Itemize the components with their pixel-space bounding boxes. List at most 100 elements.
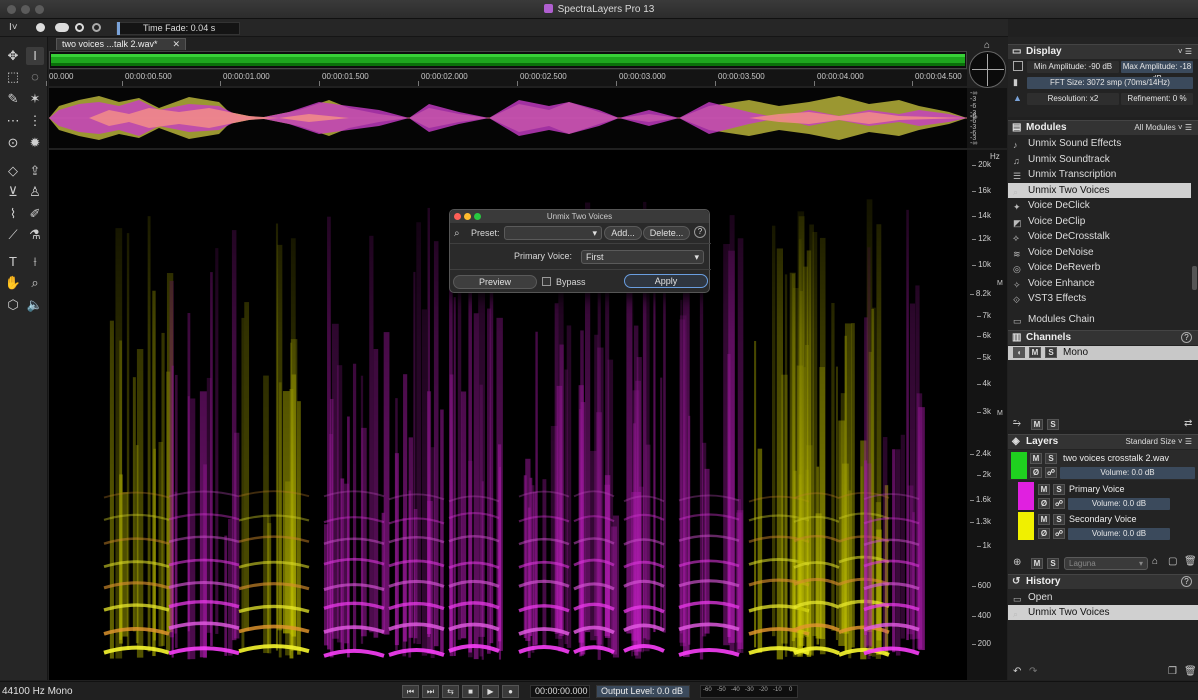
- add-preset-button[interactable]: Add...: [604, 226, 642, 240]
- refinement-field[interactable]: Refinement: 0 %: [1121, 93, 1193, 105]
- preview-button[interactable]: Preview: [453, 275, 537, 289]
- heal-icon[interactable]: ⌇: [4, 205, 22, 223]
- module-item[interactable]: ♫ Unmix Soundtrack: [1008, 152, 1191, 167]
- undo-icon[interactable]: ↶: [1013, 666, 1021, 677]
- eyedropper-icon[interactable]: ⟊: [26, 253, 44, 271]
- layer-link-icon[interactable]: ☍: [1053, 528, 1065, 539]
- channel-swap-icon[interactable]: ⇄: [1184, 418, 1192, 429]
- stamp-up-icon[interactable]: ⇪: [26, 162, 44, 180]
- layer-solo-button[interactable]: S: [1045, 453, 1057, 464]
- channels-solo-button[interactable]: S: [1047, 419, 1059, 430]
- primary-voice-select[interactable]: First: [581, 250, 704, 264]
- layer-mute-button[interactable]: M: [1038, 514, 1050, 525]
- display-header[interactable]: ▭ Display ˅ ☰: [1008, 44, 1198, 59]
- delete-layer-icon[interactable]: 🗑: [1184, 556, 1197, 567]
- file-tab[interactable]: two voices ...talk 2.wav* ✕: [56, 38, 186, 50]
- pencil-icon[interactable]: ✐: [26, 205, 44, 223]
- layers-solo-button[interactable]: S: [1047, 558, 1059, 569]
- max-amplitude-field[interactable]: Max Amplitude: -18 dB: [1121, 61, 1193, 83]
- module-item[interactable]: ⌕ Unmix Two Voices: [1008, 182, 1191, 198]
- sun-select-icon[interactable]: ✹: [26, 134, 44, 152]
- cube-icon[interactable]: ⬡: [4, 296, 22, 314]
- eraser-icon[interactable]: ◇: [4, 162, 22, 180]
- modules-scrollbar[interactable]: [1192, 266, 1197, 290]
- brush-select-icon[interactable]: ✎: [4, 90, 22, 108]
- move-icon[interactable]: ✥: [4, 47, 22, 65]
- waveform-view[interactable]: [49, 88, 967, 148]
- history-delete-icon[interactable]: 🗑: [1184, 666, 1197, 677]
- layer-row[interactable]: M S two voices crosstalk 2.wav Ø ☍ Volum…: [1008, 450, 1198, 480]
- display-menu-icon[interactable]: ˅ ☰: [1178, 45, 1192, 59]
- transient-select-icon[interactable]: ⊙: [4, 134, 22, 152]
- clone-stamp-icon[interactable]: ♙: [26, 183, 44, 201]
- record-button[interactable]: ●: [502, 685, 519, 698]
- go-end-button[interactable]: ⏭: [422, 685, 439, 698]
- layer-mute-button[interactable]: M: [1038, 484, 1050, 495]
- layer-volume[interactable]: Volume: 0.0 dB: [1060, 467, 1195, 479]
- module-item[interactable]: ≋ Voice DeNoise: [1008, 245, 1191, 260]
- pill-mode-icon[interactable]: [55, 23, 69, 32]
- layer-solo-button[interactable]: S: [1053, 514, 1065, 525]
- time-fade-field[interactable]: Time Fade: 0.04 s: [116, 22, 240, 35]
- output-level[interactable]: Output Level: 0.0 dB: [596, 685, 690, 698]
- history-item[interactable]: ▭ Open: [1008, 590, 1198, 605]
- dot-mode-icon[interactable]: [36, 23, 45, 32]
- channel-link-icon[interactable]: ⥲: [1013, 418, 1021, 429]
- channel-speaker-icon[interactable]: ◖: [1013, 347, 1025, 358]
- rect-select-icon[interactable]: ⬚: [4, 68, 22, 86]
- redo-icon[interactable]: ↷: [1029, 666, 1037, 677]
- hand-icon[interactable]: ✋: [4, 274, 22, 292]
- navigator-dial[interactable]: [969, 51, 1006, 88]
- history-snapshot-icon[interactable]: ❐: [1168, 666, 1177, 677]
- preset-select[interactable]: [504, 226, 602, 240]
- module-item[interactable]: ☰ Unmix Transcription: [1008, 167, 1191, 182]
- layer-row[interactable]: M S Secondary Voice Ø ☍ Volume: 0.0 dB: [1008, 511, 1198, 541]
- stop-button[interactable]: ■: [462, 685, 479, 698]
- go-start-button[interactable]: ⏮: [402, 685, 419, 698]
- dialog-help-icon[interactable]: ?: [694, 226, 706, 238]
- dialog-close-button[interactable]: [454, 213, 461, 220]
- channels-header[interactable]: ▥ Channels?: [1008, 330, 1198, 345]
- text-icon[interactable]: T: [4, 253, 22, 271]
- fft-size-field[interactable]: FFT Size: 3072 smp (70ms/14Hz): [1027, 77, 1193, 89]
- channels-help-icon[interactable]: ?: [1181, 332, 1192, 343]
- new-folder-icon[interactable]: ⌂: [1152, 556, 1158, 567]
- close-tab-icon[interactable]: ✕: [172, 39, 180, 50]
- play-button[interactable]: ▶: [482, 685, 499, 698]
- layer-phase-icon[interactable]: Ø: [1038, 498, 1050, 509]
- navigator-home-icon[interactable]: ⌂: [984, 40, 990, 51]
- module-item[interactable]: ◎ Voice DeReverb: [1008, 260, 1191, 275]
- layer-link-icon[interactable]: ☍: [1053, 498, 1065, 509]
- modules-chain-item[interactable]: ▭ Modules Chain: [1008, 312, 1191, 327]
- min-amplitude-field[interactable]: Min Amplitude: -90 dB: [1027, 61, 1119, 73]
- bypass-checkbox[interactable]: [542, 277, 551, 286]
- time-select-icon[interactable]: I: [26, 47, 44, 65]
- delete-preset-button[interactable]: Delete...: [643, 226, 690, 240]
- vertical-select-icon[interactable]: ⋮: [26, 112, 44, 130]
- blend-mode-select[interactable]: Laguna: [1064, 557, 1148, 570]
- module-item[interactable]: ♪ Unmix Sound Effects: [1008, 136, 1191, 151]
- channels-mute-button[interactable]: M: [1031, 419, 1043, 430]
- module-item[interactable]: ⟐ VST3 Effects: [1008, 291, 1191, 306]
- loop-button[interactable]: ⇆: [442, 685, 459, 698]
- magic-wand-icon[interactable]: ✶: [26, 90, 44, 108]
- dialog-zoom-button[interactable]: [474, 213, 481, 220]
- resolution-field[interactable]: Resolution: x2: [1027, 93, 1119, 105]
- ring-mode-icon[interactable]: [75, 23, 84, 32]
- half-mode-icon[interactable]: [92, 23, 101, 32]
- zoom-icon[interactable]: ⌕: [26, 274, 44, 292]
- history-header[interactable]: ↺ History?: [1008, 574, 1198, 589]
- layer-volume[interactable]: Volume: 0.0 dB: [1068, 498, 1170, 510]
- overview-bar[interactable]: [49, 51, 967, 69]
- new-layer-icon[interactable]: ▢: [1168, 556, 1177, 567]
- speaker-icon[interactable]: 🔈: [26, 296, 44, 314]
- module-item[interactable]: ✦ Voice DeClick: [1008, 198, 1191, 213]
- layers-size-select[interactable]: Standard Size ˅ ☰: [1125, 435, 1192, 449]
- module-item[interactable]: ✧ Voice Enhance: [1008, 276, 1191, 291]
- dropper-fill-icon[interactable]: ⚗: [26, 226, 44, 244]
- module-item[interactable]: ⟡ Voice DeCrosstalk: [1008, 229, 1191, 244]
- channel-row[interactable]: ◖ M S Mono: [1008, 346, 1198, 360]
- layers-header[interactable]: ◈ Layers Standard Size ˅ ☰: [1008, 434, 1198, 449]
- module-item[interactable]: ◩ Voice DeClip: [1008, 214, 1191, 229]
- history-help-icon[interactable]: ?: [1181, 576, 1192, 587]
